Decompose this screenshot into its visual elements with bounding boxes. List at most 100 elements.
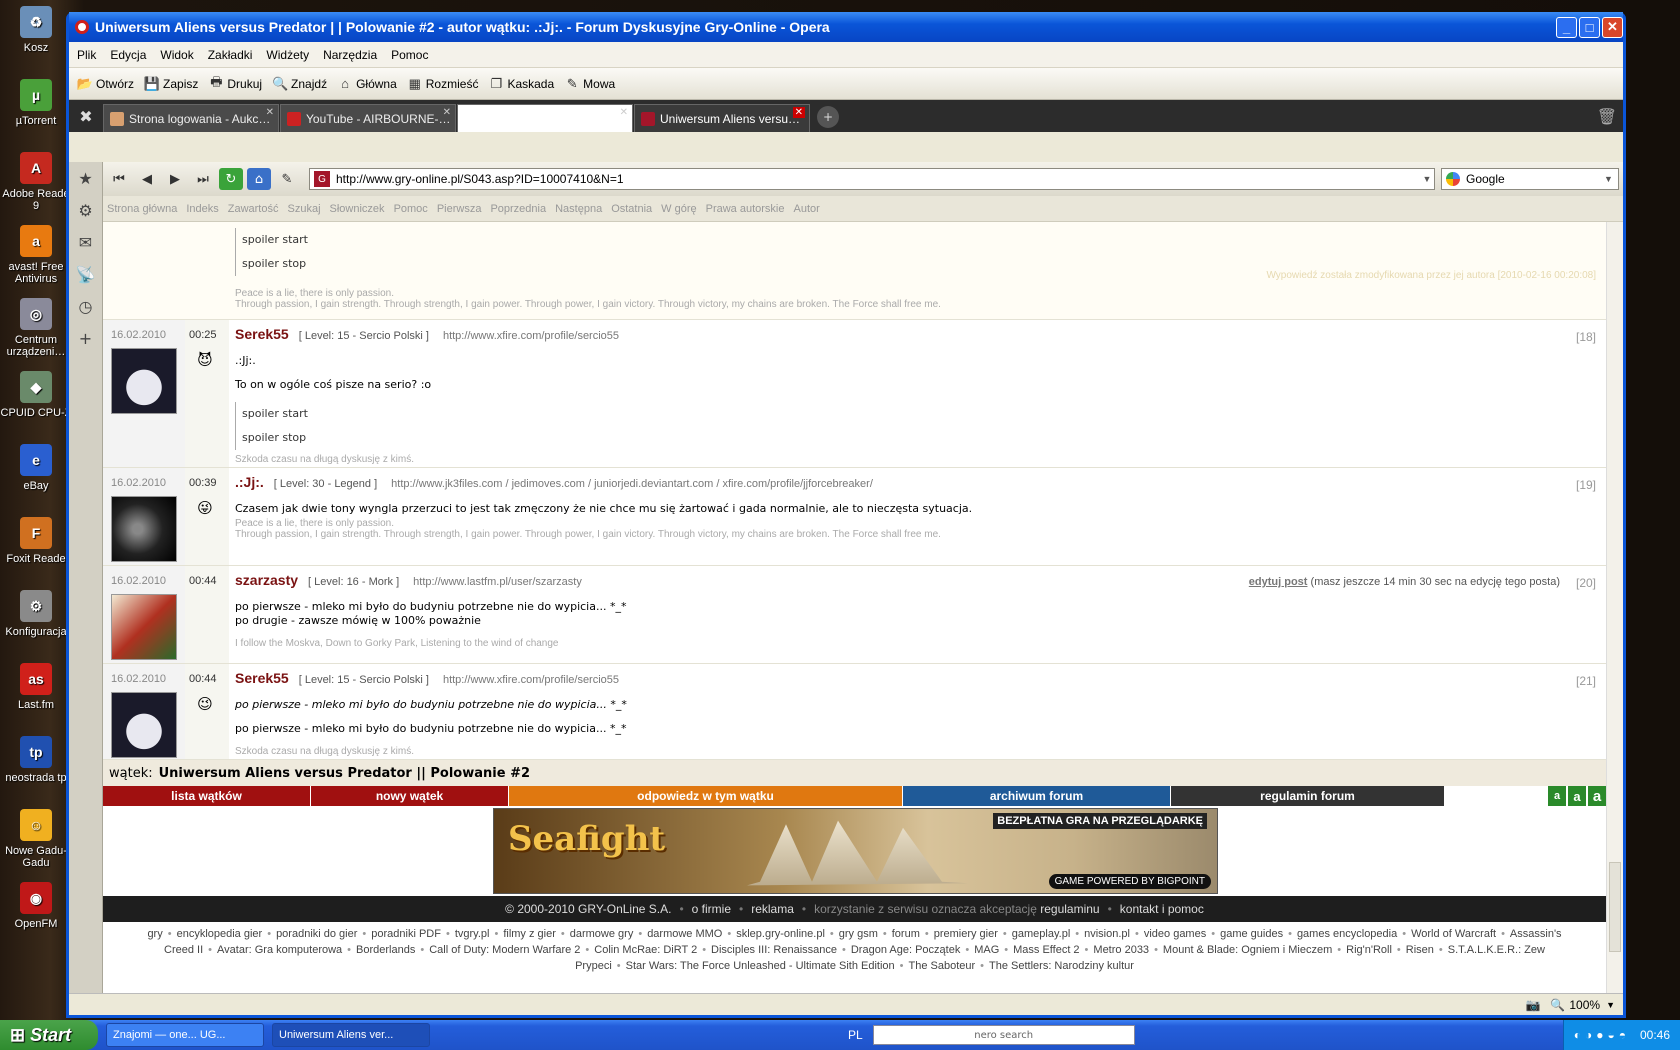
maximize-button[interactable]: □	[1579, 16, 1600, 38]
footer-link[interactable]: forum	[892, 928, 920, 940]
desktop-icon[interactable]: µ µTorrent	[0, 79, 72, 127]
add-panel-icon[interactable]: +	[69, 322, 102, 354]
trash-icon[interactable]: 🗑	[1597, 107, 1617, 126]
menu-item[interactable]: Edycja	[110, 48, 146, 62]
bookmarks-icon[interactable]: ★	[69, 162, 102, 194]
footer-link[interactable]: poradniki PDF	[371, 928, 441, 940]
forum-action-button[interactable]: archiwum forum	[903, 786, 1171, 806]
author-website[interactable]: http://www.jk3files.com / jedimoves.com …	[391, 478, 873, 490]
footer-link[interactable]: Avatar: Gra komputerowa	[217, 944, 342, 956]
footer-link[interactable]: sklep.gry-online.pl	[736, 928, 825, 940]
forum-action-button[interactable]: nowy wątek	[311, 786, 509, 806]
chevron-down-icon[interactable]: ▼	[1606, 1000, 1615, 1010]
spoiler-start[interactable]: spoiler start	[242, 402, 1596, 426]
desktop-icon[interactable]: as Last.fm	[0, 663, 72, 711]
title-bar[interactable]: Uniwersum Aliens versus Predator | | Pol…	[69, 12, 1623, 42]
footer-link[interactable]: darmowe MMO	[647, 928, 722, 940]
menu-item[interactable]: Zakładki	[208, 48, 253, 62]
address-field[interactable]: G http://www.gry-online.pl/S043.asp?ID=1…	[309, 168, 1435, 190]
footer-link[interactable]: video games	[1144, 928, 1206, 940]
chevron-down-icon[interactable]: ▼	[1604, 174, 1618, 184]
desktop-icon[interactable]: e eBay	[0, 444, 72, 492]
avatar[interactable]	[111, 594, 177, 660]
nav-link[interactable]: Ostatnia	[611, 203, 652, 215]
nav-link[interactable]: Indeks	[186, 203, 218, 215]
forward-icon[interactable]: ▶	[163, 168, 187, 190]
menu-item[interactable]: Narzędzia	[323, 48, 377, 62]
chevron-down-icon[interactable]: ▼	[1420, 174, 1434, 184]
menu-item[interactable]: Widok	[160, 48, 193, 62]
toolbar-button[interactable]: ❐ Kaskada	[488, 76, 555, 92]
footer-link[interactable]: gry	[147, 928, 162, 940]
nav-link[interactable]: Następna	[555, 203, 602, 215]
rewind-icon[interactable]: ⏮	[107, 168, 131, 190]
spoiler-stop[interactable]: spoiler stop	[242, 426, 1596, 450]
taskbar-button[interactable]: Znajomi — one... UG...	[106, 1023, 264, 1047]
menu-item[interactable]: Pomoc	[391, 48, 428, 62]
post-number[interactable]: [20]	[1576, 576, 1596, 590]
desktop-icon[interactable]: F Foxit Reade	[0, 517, 72, 565]
close-icon[interactable]: ✕	[620, 107, 628, 118]
browser-tab[interactable]: Uniwersum Aliens versu… ✕	[634, 104, 810, 132]
footer-link[interactable]: tvgry.pl	[455, 928, 490, 940]
nav-link[interactable]: Pomoc	[394, 203, 428, 215]
footer-link[interactable]: Rig'n'Roll	[1346, 944, 1392, 956]
close-icon[interactable]: ✕	[266, 107, 274, 118]
forum-action-button[interactable]: odpowiedz w tym wątku	[509, 786, 903, 806]
back-icon[interactable]: ◀	[135, 168, 159, 190]
forum-action-button[interactable]: regulamin forum	[1171, 786, 1445, 806]
author-website[interactable]: http://www.lastfm.pl/user/szarzasty	[413, 576, 582, 588]
footer-link[interactable]: Risen	[1406, 944, 1434, 956]
nav-link[interactable]: Strona główna	[107, 203, 177, 215]
post-number[interactable]: [19]	[1576, 478, 1596, 492]
post-author[interactable]: Serek55	[235, 670, 289, 686]
zoom-level[interactable]: 100%	[1569, 998, 1600, 1012]
nav-link[interactable]: Pierwsza	[437, 203, 482, 215]
avatar[interactable]	[111, 692, 177, 758]
footer-link[interactable]: Disciples III: Renaissance	[711, 944, 837, 956]
footer-link[interactable]: Colin McRae: DiRT 2	[594, 944, 697, 956]
contact-link[interactable]: kontakt i pomoc	[1120, 902, 1204, 916]
nero-search-field[interactable]: nero search	[872, 1025, 1135, 1045]
forum-action-button[interactable]: lista wątków	[103, 786, 311, 806]
toolbar-button[interactable]: 🔍 Znajdź	[272, 76, 327, 92]
footer-link[interactable]: gry gsm	[839, 928, 878, 940]
font-size-button[interactable]: a	[1588, 786, 1606, 806]
fast-forward-icon[interactable]: ⏭	[191, 168, 215, 190]
font-size-button[interactable]: a	[1548, 786, 1566, 806]
desktop-icon[interactable]: ⚙ Konfiguracja	[0, 590, 72, 638]
feeds-icon[interactable]: 📡	[69, 258, 102, 290]
author-website[interactable]: http://www.xfire.com/profile/sercio55	[443, 330, 619, 342]
firm-link[interactable]: o firmie	[692, 902, 731, 916]
rules-link[interactable]: regulaminu	[1040, 902, 1099, 916]
camera-icon[interactable]: 📷	[1525, 998, 1540, 1012]
font-size-button[interactable]: a	[1568, 786, 1586, 806]
language-indicator[interactable]: PL	[848, 1028, 863, 1042]
toolbar-button[interactable]: ⌂ Główna	[337, 76, 397, 92]
close-button[interactable]: ✕	[1602, 16, 1623, 38]
browser-tab[interactable]: ✕	[457, 104, 633, 132]
toolbar-button[interactable]: ▦ Rozmieść	[407, 76, 479, 92]
footer-link[interactable]: Star Wars: The Force Unleashed - Ultimat…	[626, 960, 895, 972]
toolbar-button[interactable]: ✎ Mowa	[564, 76, 615, 92]
scrollbar-thumb[interactable]	[1609, 862, 1621, 952]
post-number[interactable]: [21]	[1576, 674, 1596, 688]
tools-icon[interactable]: ✖	[69, 100, 103, 132]
start-button[interactable]: ⊞ Start	[0, 1020, 98, 1050]
post-author[interactable]: Serek55	[235, 326, 289, 342]
footer-link[interactable]: Call of Duty: Modern Warfare 2	[429, 944, 580, 956]
taskbar-button[interactable]: Uniwersum Aliens ver...	[272, 1023, 430, 1047]
new-tab-button[interactable]: +	[817, 106, 839, 128]
browser-tab[interactable]: YouTube - AIRBOURNE-… ✕	[280, 104, 456, 132]
vertical-scrollbar[interactable]	[1606, 222, 1623, 1015]
nav-link[interactable]: Słowniczek	[330, 203, 385, 215]
close-icon[interactable]: ✕	[443, 107, 451, 118]
toolbar-button[interactable]: 📂 Otwórz	[77, 76, 134, 92]
footer-link[interactable]: Borderlands	[356, 944, 415, 956]
menu-item[interactable]: Plik	[77, 48, 96, 62]
edit-icon[interactable]: ✎	[275, 168, 299, 190]
tray-icons[interactable]: ◐◑●◒◓	[1574, 1028, 1630, 1042]
desktop-icon[interactable]: ◆ CPUID CPU-Z	[0, 371, 72, 419]
post-author[interactable]: szarzasty	[235, 572, 298, 588]
reload-icon[interactable]: ↻	[219, 168, 243, 190]
